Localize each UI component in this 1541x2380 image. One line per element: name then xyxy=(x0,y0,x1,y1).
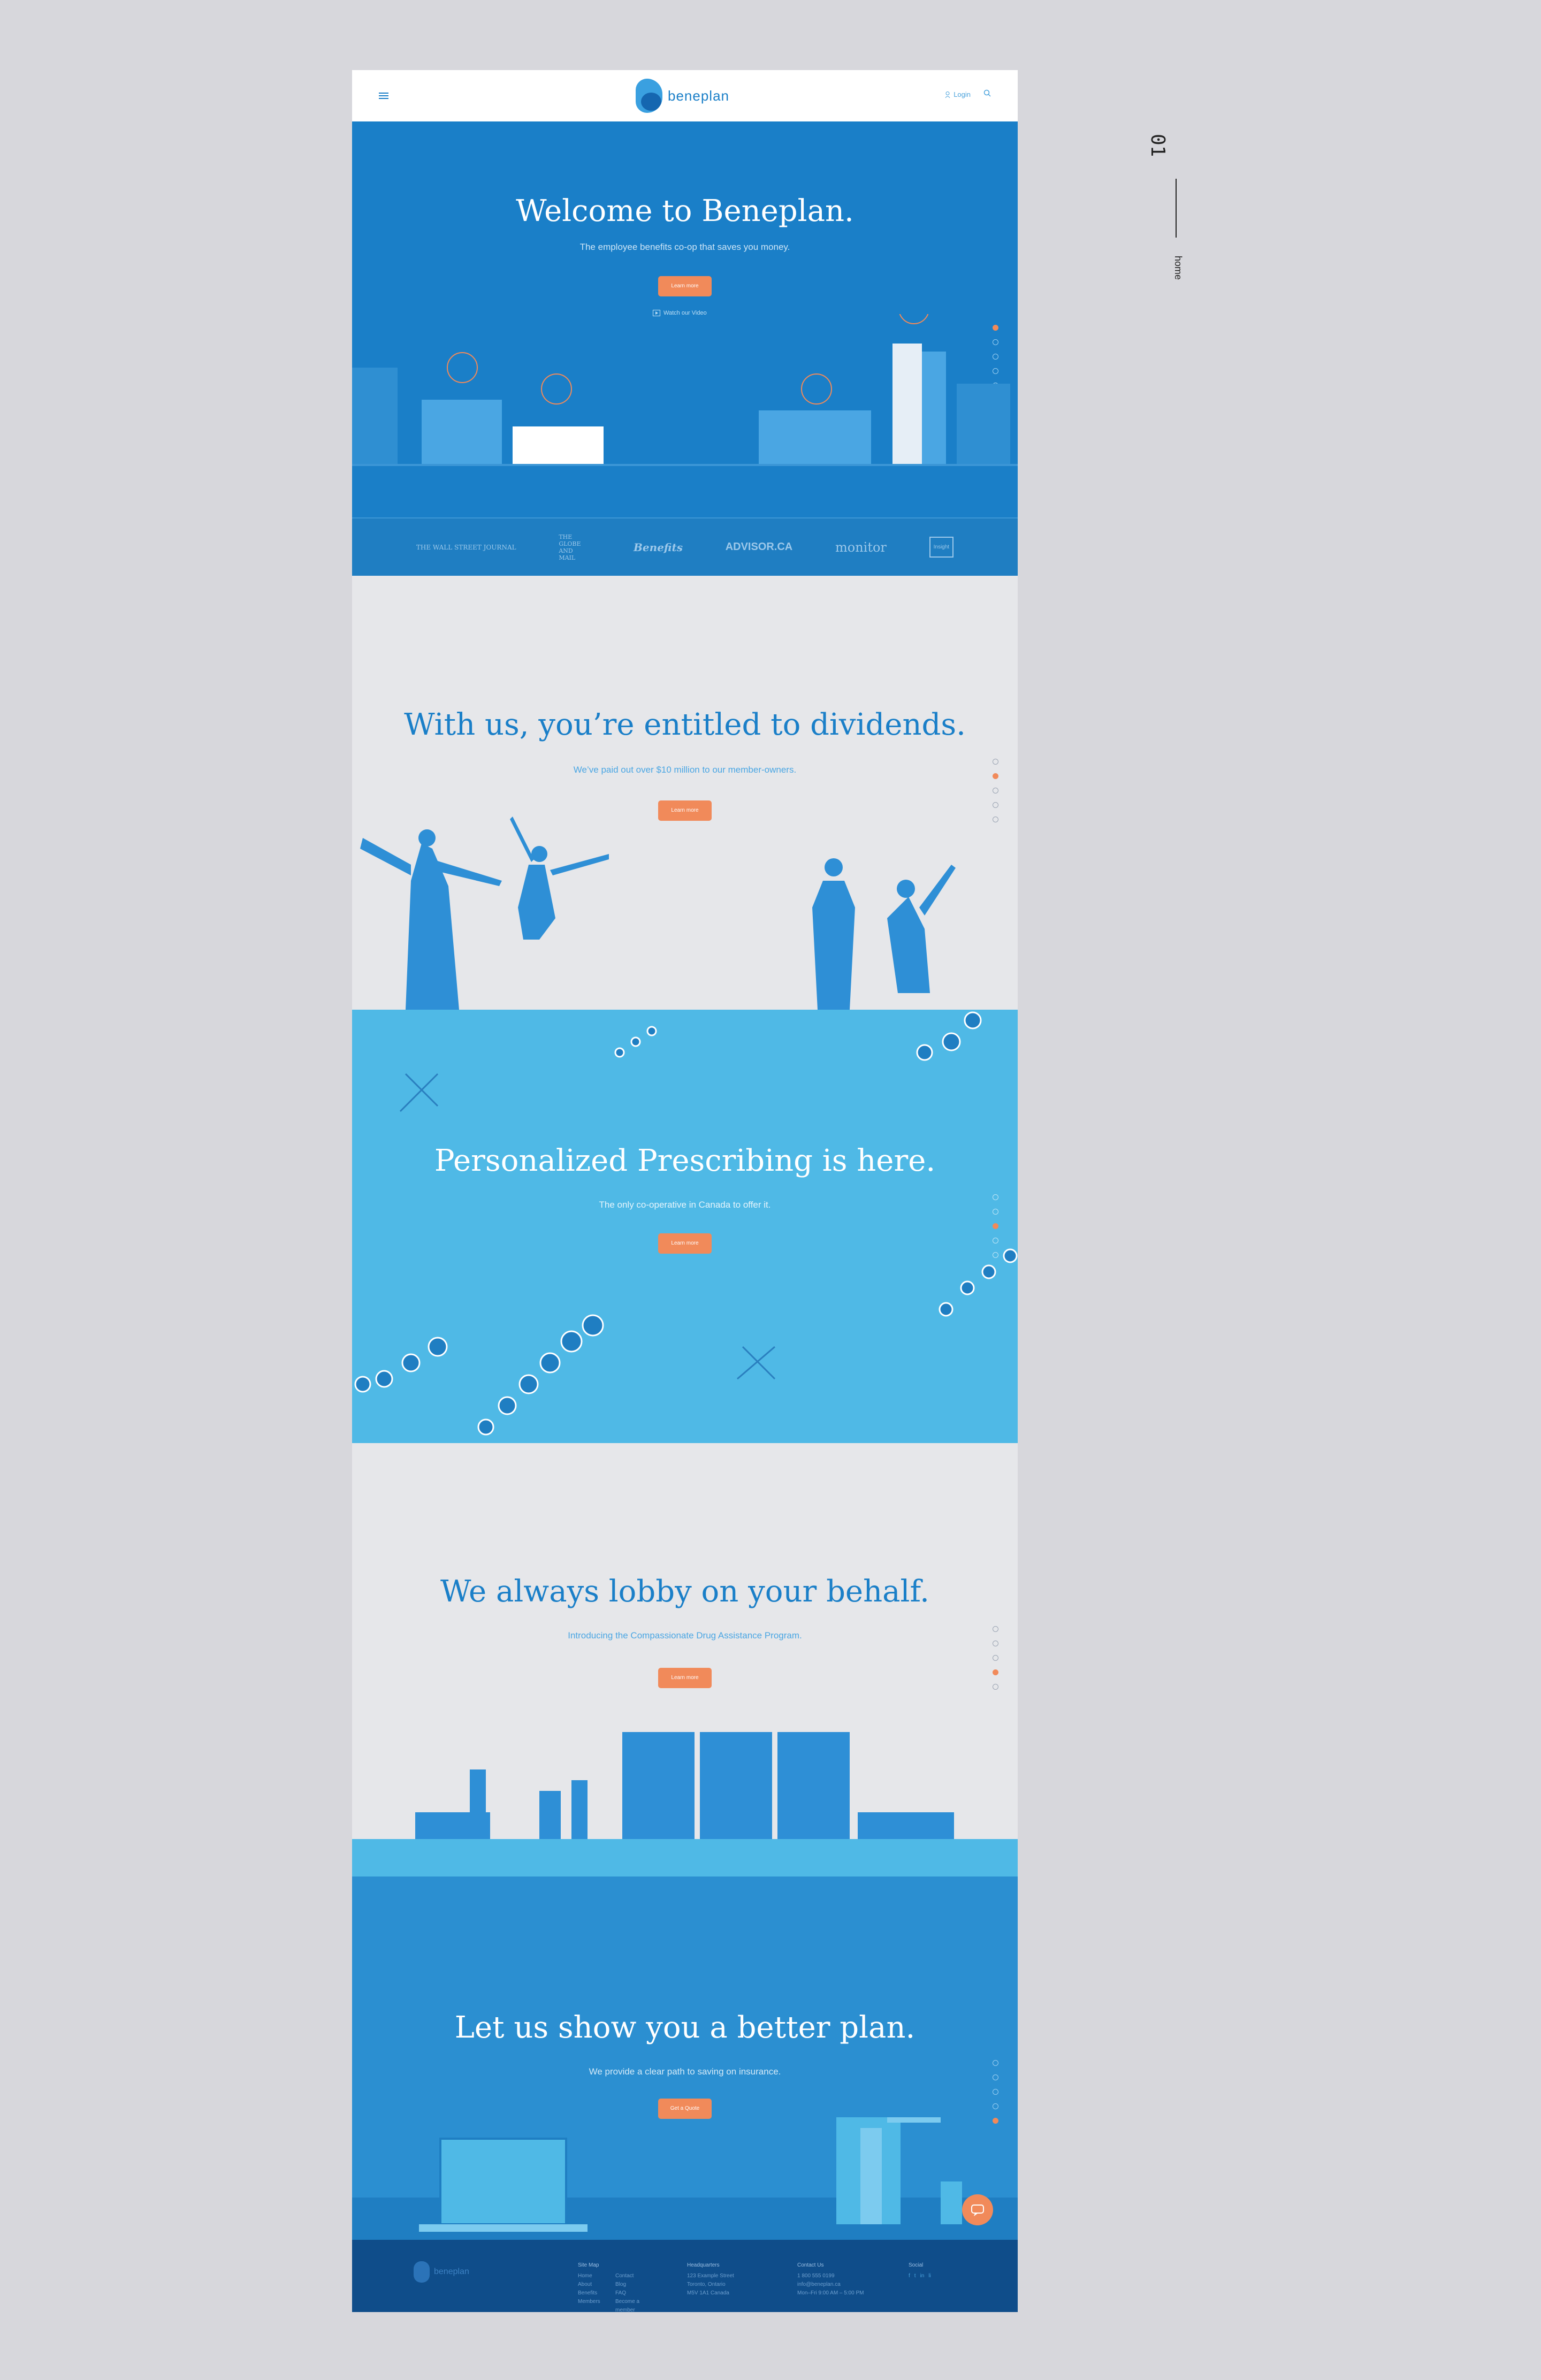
dot-4[interactable] xyxy=(993,2103,998,2109)
chat-icon xyxy=(971,2204,984,2216)
dot-3[interactable] xyxy=(993,1655,998,1661)
twitter-icon[interactable]: t xyxy=(914,2272,916,2280)
sitemap-link[interactable]: Become a member xyxy=(615,2298,653,2312)
footer-logo[interactable]: beneplan xyxy=(414,2261,469,2283)
lobby-subtitle: Introducing the Compassionate Drug Assis… xyxy=(568,1630,802,1641)
contact-phone[interactable]: 1 800 555 0199 xyxy=(797,2272,864,2280)
city-illustration xyxy=(352,314,1018,466)
sitemap-link[interactable]: Benefits xyxy=(578,2289,615,2298)
sitemap-link[interactable]: Blog xyxy=(615,2280,653,2289)
page-number: 01 xyxy=(1147,134,1169,157)
section-dots xyxy=(993,1626,998,1690)
press-globe-mail: THE GLOBE AND MAIL xyxy=(559,533,581,561)
logo[interactable]: beneplan xyxy=(636,79,729,113)
webpage: beneplan Login Welcome to Beneplan. The … xyxy=(352,70,1018,2312)
dot-5[interactable] xyxy=(993,1684,998,1690)
hero-subtitle: The employee benefits co-op that saves y… xyxy=(579,242,790,252)
footer-brand: beneplan xyxy=(434,2267,469,2276)
linkedin-icon[interactable]: li xyxy=(928,2272,930,2280)
hq-line: Toronto, Ontario xyxy=(687,2282,726,2287)
dna-illustration xyxy=(354,1011,1018,1436)
quote-section: Let us show you a better plan. We provid… xyxy=(352,1876,1018,2240)
facebook-icon[interactable]: f xyxy=(909,2272,910,2280)
dot-2[interactable] xyxy=(993,1641,998,1646)
dot-3[interactable] xyxy=(993,788,998,794)
contact-email[interactable]: info@beneplan.ca xyxy=(797,2280,864,2289)
hq-line: 123 Example Street xyxy=(687,2273,734,2279)
menu-icon[interactable] xyxy=(379,93,388,99)
hero-title: Welcome to Beneplan. xyxy=(516,194,854,228)
footer-sitemap: Site Map Home Contact About Blog Benefits F… xyxy=(578,2261,653,2312)
dot-4[interactable] xyxy=(993,1669,998,1675)
logo-mark-icon xyxy=(636,79,662,113)
get-a-quote-button[interactable]: Get a Quote xyxy=(658,2099,712,2119)
dot-2[interactable] xyxy=(993,773,998,779)
press-monitor: monitor xyxy=(835,539,887,555)
sitemap-link[interactable]: FAQ xyxy=(615,2289,653,2298)
login-link[interactable]: Login xyxy=(945,90,971,98)
page-label: home xyxy=(1173,256,1184,280)
hq-title: Headquarters xyxy=(687,2262,720,2268)
lobby-title: We always lobby on your behalf. xyxy=(440,1574,929,1609)
social-title: Social xyxy=(909,2262,924,2268)
instagram-icon[interactable]: in xyxy=(920,2272,925,2280)
quote-title: Let us show you a better plan. xyxy=(454,2010,916,2045)
pharmacy-illustration xyxy=(352,1732,1018,1876)
desk-illustration xyxy=(352,2117,1018,2240)
dividends-title: With us, you’re entitled to dividends. xyxy=(404,707,966,742)
sitemap-link[interactable]: Contact xyxy=(615,2272,653,2280)
people-illustration xyxy=(360,817,956,1010)
brand-name: beneplan xyxy=(668,87,729,104)
hero-learn-more-button[interactable]: Learn more xyxy=(658,276,712,296)
dot-1[interactable] xyxy=(993,759,998,765)
press-logos: THE WALL STREET JOURNAL THE GLOBE AND MA… xyxy=(352,517,1018,576)
press-wsj: THE WALL STREET JOURNAL xyxy=(416,543,516,551)
dot-2[interactable] xyxy=(993,2074,998,2080)
site-footer: beneplan Site Map Home Contact About Blog … xyxy=(352,2240,1018,2312)
press-advisor: ADVISOR.CA xyxy=(725,541,793,553)
contact-title: Contact Us xyxy=(797,2262,824,2268)
dot-3[interactable] xyxy=(993,2089,998,2095)
site-header: beneplan Login xyxy=(352,70,1018,121)
sitemap-title: Site Map xyxy=(578,2262,599,2268)
lobby-learn-more-button[interactable]: Learn more xyxy=(658,1668,712,1688)
section-dots xyxy=(993,2060,998,2124)
dividends-subtitle: We’ve paid out over $10 million to our m… xyxy=(573,765,797,775)
prescribing-section: Personalized Prescribing is here. The on… xyxy=(352,1010,1018,1443)
search-icon[interactable] xyxy=(983,89,991,97)
user-icon xyxy=(945,91,950,98)
footer-contact: Contact Us 1 800 555 0199 info@beneplan.… xyxy=(797,2261,864,2298)
footer-social: Social f t in li xyxy=(909,2261,931,2280)
dot-1[interactable] xyxy=(993,2060,998,2066)
footer-logo-icon xyxy=(414,2261,430,2283)
hq-line: M5V 1A1 Canada xyxy=(687,2290,729,2296)
press-insight: Insight xyxy=(929,537,954,558)
hero-section: Welcome to Beneplan. The employee benefi… xyxy=(352,121,1018,576)
lobby-section: We always lobby on your behalf. Introduc… xyxy=(352,1443,1018,1876)
sitemap-link[interactable]: Home xyxy=(578,2272,615,2280)
quote-subtitle: We provide a clear path to saving on ins… xyxy=(589,2066,781,2077)
sitemap-link[interactable]: Members xyxy=(578,2298,615,2312)
dividends-section: With us, you’re entitled to dividends. W… xyxy=(352,576,1018,1010)
sitemap-link[interactable]: About xyxy=(578,2280,615,2289)
dot-1[interactable] xyxy=(993,1626,998,1632)
press-benefits: Benefits xyxy=(634,540,683,554)
footer-headquarters: Headquarters 123 Example Street Toronto,… xyxy=(687,2261,734,2298)
login-label: Login xyxy=(953,90,971,98)
contact-hours: Mon–Fri 9:00 AM – 5:00 PM xyxy=(797,2290,864,2296)
side-divider xyxy=(1176,179,1177,238)
chat-button[interactable] xyxy=(962,2194,993,2225)
